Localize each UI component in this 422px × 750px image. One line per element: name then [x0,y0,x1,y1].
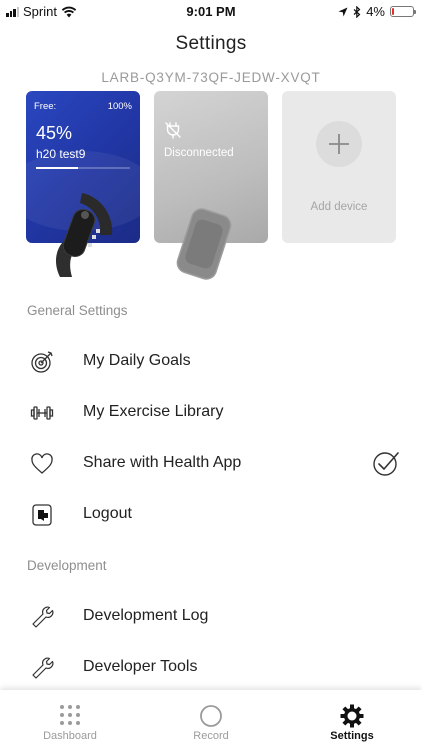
tab-record[interactable]: Record [141,690,281,750]
wristband-image [56,193,113,277]
add-device-button[interactable] [316,121,362,167]
status-right: 4% [338,4,416,19]
location-icon [338,7,348,16]
device-code: LARB-Q3YM-73QF-JEDW-XVQT [101,70,321,85]
menu-label: My Daily Goals [83,352,191,369]
free-label: Free: [34,101,57,112]
menu-label: Logout [83,505,132,522]
wrench-icon [32,657,54,679]
add-device-card[interactable]: Add device [282,91,396,243]
device-card-tracker[interactable]: Disconnected [154,91,268,280]
add-device-label: Add device [310,201,368,213]
device-name: h20 test9 [36,147,86,161]
record-icon [200,705,222,727]
general-settings-header: General Settings [27,303,128,318]
battery-label: 4% [366,4,385,19]
device-card-wristband[interactable]: Free: 100% 45% h20 test9 [26,91,140,277]
menu-label: Development Log [83,607,209,624]
tab-bar: Dashboard Record Settings [0,690,422,750]
heart-icon [31,453,53,474]
menu-label: Developer Tools [83,658,198,675]
tab-label: Settings [330,730,374,742]
target-icon [31,351,53,373]
plus-icon [329,134,349,154]
logout-icon [32,504,52,526]
tab-settings[interactable]: Settings [282,690,422,750]
battery-percent-label: 100% [107,101,132,112]
gear-icon [340,704,364,728]
bluetooth-icon [353,5,361,18]
wrench-icon [32,606,54,628]
dumbbell-icon [30,406,54,420]
progress-fill [36,167,79,169]
plug-icon [165,122,181,139]
progress-track [36,167,130,169]
menu-item-logout[interactable]: Logout [0,492,422,536]
battery-icon [390,6,416,17]
menu-item-developer-tools[interactable]: Developer Tools [0,645,422,689]
checkmark-circle-icon[interactable] [372,449,400,477]
menu-label: My Exercise Library [83,403,224,420]
status-bar: Sprint 9:01 PM 4% [0,0,422,22]
disconnected-label: Disconnected [164,147,234,159]
tab-dashboard[interactable]: Dashboard [0,690,140,750]
tab-label: Dashboard [43,730,97,742]
page-title: Settings [175,33,247,54]
menu-item-development-log[interactable]: Development Log [0,594,422,638]
tracker-image [176,208,232,280]
menu-item-daily-goals[interactable]: My Daily Goals [0,339,422,383]
storage-percent: 45% [36,123,73,143]
menu-item-exercise-library[interactable]: My Exercise Library [0,390,422,434]
grid-icon [60,705,80,725]
menu-item-share-health[interactable]: Share with Health App [0,441,422,485]
development-header: Development [27,558,107,573]
tab-label: Record [193,730,229,742]
menu-label: Share with Health App [83,454,242,471]
battery-fill [392,8,394,15]
